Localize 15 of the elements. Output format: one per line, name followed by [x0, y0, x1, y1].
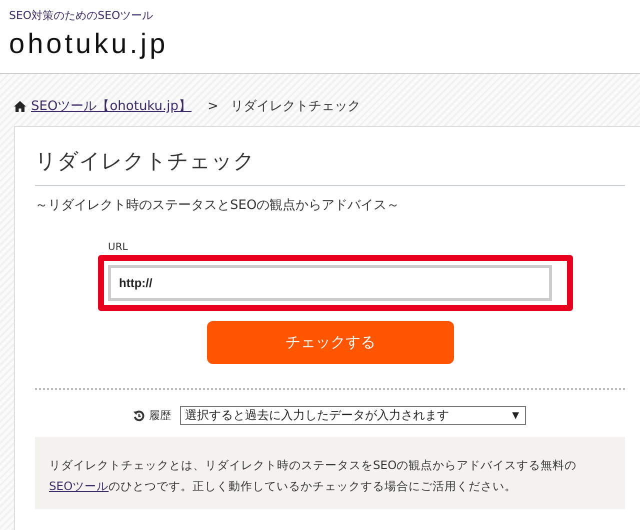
breadcrumb-separator: >: [208, 98, 218, 114]
seo-tool-link[interactable]: SEOツール: [49, 479, 109, 493]
history-label: 履歴: [149, 408, 171, 423]
site-logo[interactable]: ohotuku.jp: [9, 28, 168, 60]
description-text: リダイレクトチェックとは、リダイレクト時のステータスをSEOの観点からアドバイスする無料の SEOツールのひとつです。正しく動作しているかチェックする場合にご活用ください。: [35, 437, 625, 509]
page-title: リダイレクトチェック: [35, 147, 625, 186]
history-dropdown[interactable]: 選択すると過去に入力したデータが入力されます ▼: [180, 406, 526, 425]
page-subtitle: ～リダイレクト時のステータスとSEOの観点からアドバイス～: [35, 197, 401, 214]
field-label: URL: [108, 242, 129, 253]
breadcrumb-current: リダイレクトチェック: [230, 98, 360, 115]
home-icon[interactable]: [14, 100, 26, 112]
url-field[interactable]: http://: [108, 265, 552, 301]
site-tagline: SEO対策のためのSEOツール: [9, 8, 154, 23]
breadcrumb-link[interactable]: SEOツール【ohotuku.jp】: [31, 97, 192, 115]
history-icon: [133, 410, 145, 422]
